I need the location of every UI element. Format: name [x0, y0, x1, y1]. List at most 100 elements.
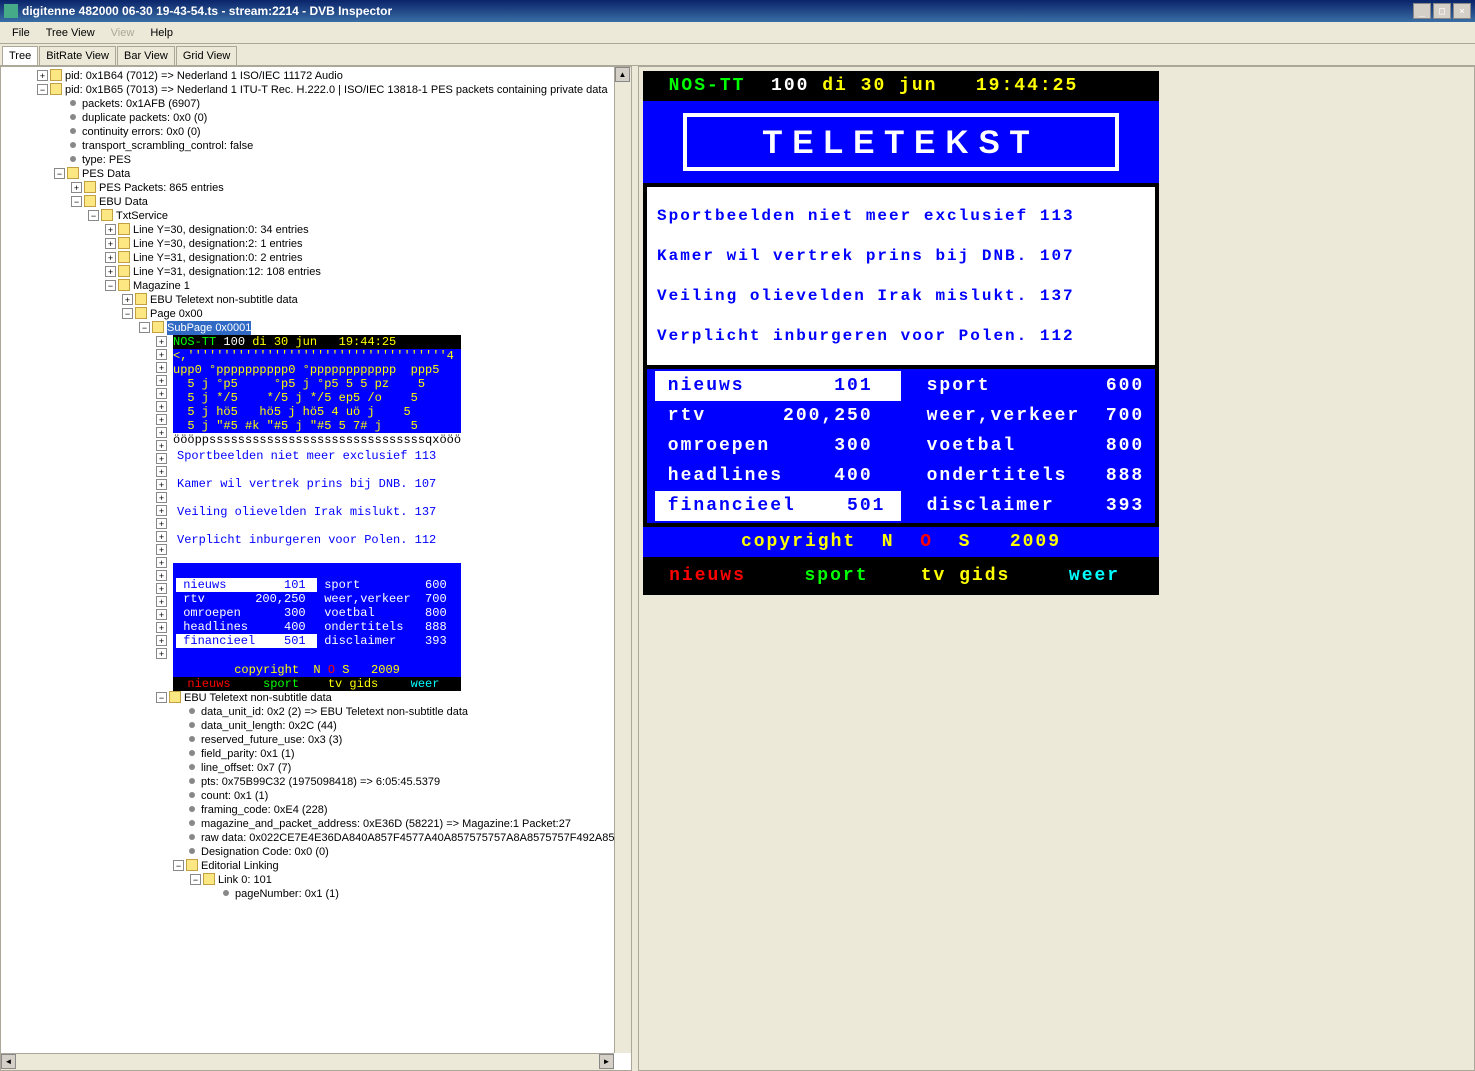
tree-expander[interactable]: − [37, 84, 48, 95]
tree-label[interactable]: continuity errors: 0x0 (0) [82, 125, 201, 139]
tree-label[interactable]: line_offset: 0x7 (7) [201, 761, 291, 775]
tree-expander[interactable]: + [105, 266, 116, 277]
tree-expander[interactable]: + [156, 596, 167, 607]
tree-expander[interactable]: − [88, 210, 99, 221]
tree-node[interactable]: + Line Y=30, designation:2: 1 entries [3, 237, 629, 251]
tree-label[interactable]: Link 0: 101 [218, 873, 272, 887]
tree-expander[interactable]: − [139, 322, 150, 333]
tree-label[interactable]: SubPage 0x0001 [167, 321, 251, 335]
tree-label[interactable]: PES Data [82, 167, 130, 181]
tree-expander[interactable]: + [156, 427, 167, 438]
tree-label[interactable]: EBU Teletext non-subtitle data [150, 293, 298, 307]
tree-expander[interactable]: − [71, 196, 82, 207]
tree-node[interactable]: +pid: 0x1B64 (7012) => Nederland 1 ISO/I… [3, 69, 629, 83]
tree-expander[interactable]: + [156, 349, 167, 360]
tree-expander[interactable]: + [156, 609, 167, 620]
tree-node[interactable]: −Magazine 1 [3, 279, 629, 293]
tree-expander[interactable]: + [37, 70, 48, 81]
tree-label[interactable]: data_unit_length: 0x2C (44) [201, 719, 337, 733]
scroll-right-button[interactable]: ► [599, 1054, 614, 1069]
tree-label[interactable]: Line Y=30, designation:0: 34 entries [133, 223, 309, 237]
tree-expander[interactable]: + [156, 375, 167, 386]
tree-node[interactable]: packets: 0x1AFB (6907) [3, 97, 629, 111]
tab-grid[interactable]: Grid View [176, 46, 237, 65]
tree-label[interactable]: packets: 0x1AFB (6907) [82, 97, 200, 111]
tree-node[interactable]: + EBU Teletext non-subtitle data [3, 293, 629, 307]
tree-node[interactable]: pageNumber: 0x1 (1) [3, 887, 629, 901]
tree-node[interactable]: − pid: 0x1B65 (7013) => Nederland 1 ITU-T… [3, 83, 629, 97]
tree-expander[interactable]: + [156, 492, 167, 503]
tree-label[interactable]: Line Y=31, designation:0: 2 entries [133, 251, 303, 265]
tree-label[interactable]: magazine_and_packet_address: 0xE36D (582… [201, 817, 571, 831]
tree-label[interactable]: Magazine 1 [133, 279, 190, 293]
close-button[interactable]: × [1453, 3, 1471, 19]
tree-expander[interactable]: + [122, 294, 133, 305]
tree-node[interactable]: count: 0x1 (1) [3, 789, 629, 803]
tree-node[interactable]: duplicate packets: 0x0 (0) [3, 111, 629, 125]
tree-expander[interactable]: + [156, 557, 167, 568]
tab-bar[interactable]: Bar View [117, 46, 175, 65]
tree-expander[interactable]: − [173, 860, 184, 871]
tree-node[interactable]: − EBU Teletext non-subtitle data [3, 691, 629, 705]
tree-expander[interactable]: + [156, 648, 167, 659]
horizontal-scrollbar[interactable]: ◄ ► [1, 1053, 614, 1070]
tree-label[interactable]: duplicate packets: 0x0 (0) [82, 111, 207, 125]
tree-node[interactable]: − EBU Data [3, 195, 629, 209]
tree-node[interactable]: − Editorial Linking [3, 859, 629, 873]
tree-label[interactable]: Designation Code: 0x0 (0) [201, 845, 329, 859]
tree-expander[interactable]: + [105, 252, 116, 263]
tree-label[interactable]: EBU Teletext non-subtitle data [184, 691, 332, 705]
tab-tree[interactable]: Tree [2, 46, 38, 65]
tree-expander[interactable]: + [156, 440, 167, 451]
tree-node[interactable]: reserved_future_use: 0x3 (3) [3, 733, 629, 747]
tree-node[interactable]: type: PES [3, 153, 629, 167]
tree-expander[interactable]: + [156, 414, 167, 425]
tree-expander[interactable]: + [156, 479, 167, 490]
tree-node[interactable]: line_offset: 0x7 (7) [3, 761, 629, 775]
scroll-up-button[interactable]: ▲ [615, 67, 630, 82]
menu-help[interactable]: Help [142, 25, 181, 41]
tree-expander[interactable]: + [156, 570, 167, 581]
tree-expander[interactable]: + [156, 531, 167, 542]
tree-node[interactable]: − SubPage 0x0001 [3, 321, 629, 335]
tree-label[interactable]: count: 0x1 (1) [201, 789, 268, 803]
tree-node[interactable]: magazine_and_packet_address: 0xE36D (582… [3, 817, 629, 831]
tree-node[interactable]: pts: 0x75B99C32 (1975098418) => 6:05:45.… [3, 775, 629, 789]
maximize-button[interactable]: □ [1433, 3, 1451, 19]
tree-expander[interactable]: + [156, 388, 167, 399]
tab-bitrate[interactable]: BitRate View [39, 46, 116, 65]
tree-label[interactable]: field_parity: 0x1 (1) [201, 747, 295, 761]
tree-expander[interactable]: + [105, 238, 116, 249]
tree-expander[interactable]: + [156, 635, 167, 646]
tree-expander[interactable]: + [156, 505, 167, 516]
tree-expander[interactable]: + [156, 362, 167, 373]
tree-label[interactable]: pts: 0x75B99C32 (1975098418) => 6:05:45.… [201, 775, 440, 789]
tree-label[interactable]: EBU Data [99, 195, 148, 209]
tree-label[interactable]: type: PES [82, 153, 131, 167]
tree-node[interactable]: + Line Y=31, designation:0: 2 entries [3, 251, 629, 265]
tree-expander[interactable]: + [71, 182, 82, 193]
tree-label[interactable]: Editorial Linking [201, 859, 279, 873]
tree-expander[interactable]: + [156, 453, 167, 464]
tree-label[interactable]: data_unit_id: 0x2 (2) => EBU Teletext no… [201, 705, 468, 719]
tree-node[interactable]: raw data: 0x022CE7E4E36DA840A857F4577A40… [3, 831, 629, 845]
minimize-button[interactable]: _ [1413, 3, 1431, 19]
tree-node[interactable]: −PES Data [3, 167, 629, 181]
tree-node[interactable]: data_unit_length: 0x2C (44) [3, 719, 629, 733]
tree-expander[interactable]: + [156, 544, 167, 555]
tree-node[interactable]: −TxtService [3, 209, 629, 223]
tree-label[interactable]: Line Y=31, designation:12: 108 entries [133, 265, 321, 279]
tree-label[interactable]: framing_code: 0xE4 (228) [201, 803, 328, 817]
tree-node[interactable]: +Line Y=30, designation:0: 34 entries [3, 223, 629, 237]
tree-expander[interactable]: − [122, 308, 133, 319]
tree-expander[interactable]: − [190, 874, 201, 885]
tree-node[interactable]: continuity errors: 0x0 (0) [3, 125, 629, 139]
menu-file[interactable]: File [4, 25, 38, 41]
tree-label[interactable]: pid: 0x1B65 (7013) => Nederland 1 ITU-T … [65, 83, 608, 97]
tree-expander[interactable]: − [156, 692, 167, 703]
tree-node[interactable]: field_parity: 0x1 (1) [3, 747, 629, 761]
tree-node[interactable]: − Link 0: 101 [3, 873, 629, 887]
tree-label[interactable]: Line Y=30, designation:2: 1 entries [133, 237, 303, 251]
tree-expander[interactable]: + [156, 466, 167, 477]
tree-node[interactable]: + Line Y=31, designation:12: 108 entries [3, 265, 629, 279]
